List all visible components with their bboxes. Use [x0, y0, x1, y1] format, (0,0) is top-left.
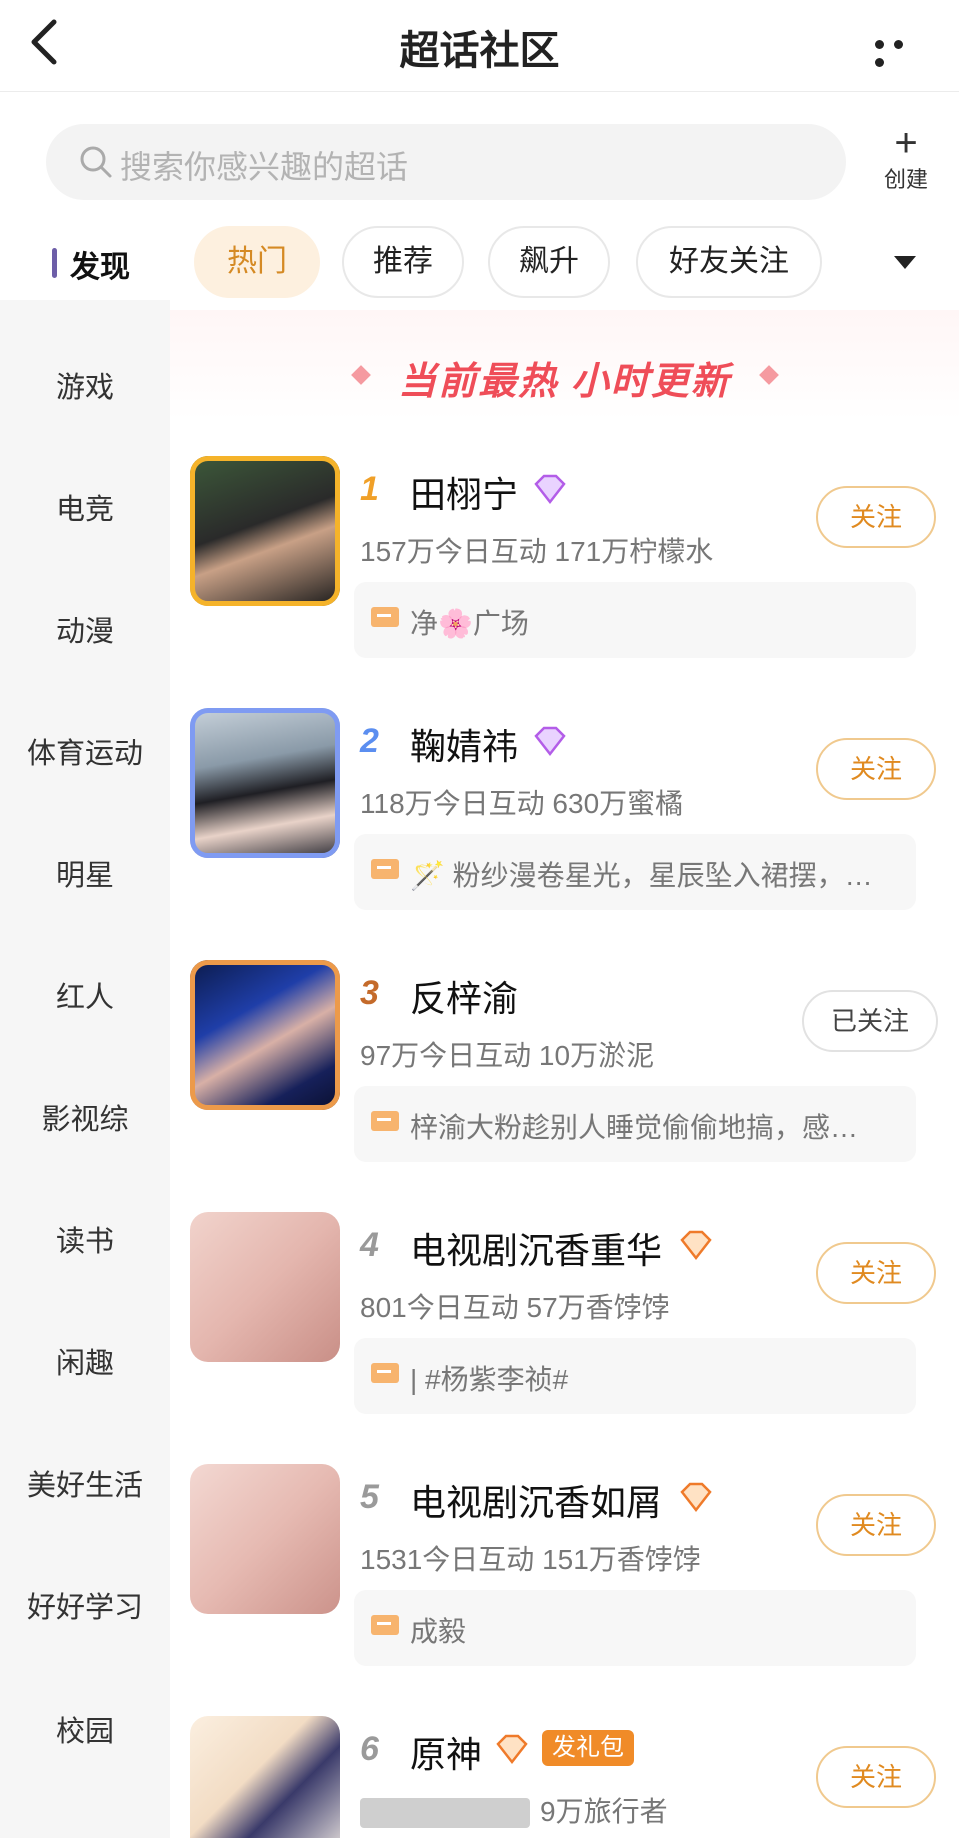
post-text: 🪄 粉纱漫卷星光，星辰坠入裙摆，… — [410, 860, 873, 891]
topic-stats: 118万今日互动 630万蜜橘 — [360, 788, 684, 819]
top-bar: 超话社区 — [0, 0, 959, 92]
avatar-frame — [190, 960, 340, 1110]
list-item[interactable]: 2 鞠婧祎 118万今日互动 630万蜜橘 🪄 粉纱漫卷星光，星辰坠入裙摆，… … — [170, 708, 959, 960]
post-text: 成毅 — [410, 1616, 467, 1647]
blurred-stats — [360, 1798, 530, 1828]
follow-button[interactable]: 关注 — [816, 738, 936, 800]
topic-post[interactable]: 成毅 — [354, 1590, 916, 1666]
list-item[interactable]: 1 田栩宁 157万今日互动 171万柠檬水 净🌸广场 关注 — [170, 456, 959, 708]
post-text: | #杨紫李祯# — [410, 1364, 569, 1395]
rank-number: 4 — [360, 1226, 379, 1264]
topic-post[interactable]: | #杨紫李祯# — [354, 1338, 916, 1414]
search-icon — [80, 146, 112, 178]
sidebar-item-anime[interactable]: 动漫 — [0, 608, 170, 650]
tab-friends-following[interactable]: 好友关注 — [636, 226, 822, 298]
comment-icon — [371, 1615, 399, 1635]
topic-stats: 801今日互动 57万香饽饽 — [360, 1292, 670, 1323]
orange-diamond-icon — [496, 1734, 528, 1765]
following-button[interactable]: 已关注 — [802, 990, 938, 1052]
topic-name: 鞠婧祎 — [410, 726, 519, 767]
rank-number: 1 — [360, 470, 379, 508]
sidebar-item-leisure[interactable]: 闲趣 — [0, 1340, 170, 1382]
topic-name: 反梓渝 — [410, 978, 519, 1019]
sidebar-item-study[interactable]: 好好学习 — [0, 1584, 170, 1626]
follow-button[interactable]: 关注 — [816, 486, 936, 548]
topic-name: 电视剧沉香如屑 — [410, 1482, 663, 1523]
sidebar-item-reading[interactable]: 读书 — [0, 1218, 170, 1260]
search-placeholder: 搜索你感兴趣的超话 — [120, 149, 409, 185]
topic-stats: 97万今日互动 10万淤泥 — [360, 1040, 655, 1071]
post-text: 梓渝大粉趁别人睡觉偷偷地搞，感… — [410, 1112, 859, 1143]
tab-rising[interactable]: 飙升 — [488, 226, 610, 298]
comment-icon — [371, 1363, 399, 1383]
orange-diamond-icon — [680, 1482, 712, 1513]
follow-button[interactable]: 关注 — [816, 1494, 936, 1556]
avatar-frame — [190, 456, 340, 606]
follow-button[interactable]: 关注 — [816, 1242, 936, 1304]
topic-post[interactable]: 净🌸广场 — [354, 582, 916, 658]
list-item[interactable]: 4 电视剧沉香重华 801今日互动 57万香饽饽 | #杨紫李祯# 关注 — [170, 1212, 959, 1464]
comment-icon — [371, 1111, 399, 1131]
sidebar-item-games[interactable]: 游戏 — [0, 364, 170, 406]
dropdown-arrow-icon[interactable] — [894, 256, 916, 269]
banner-text: 当前最热 小时更新 — [398, 361, 731, 403]
sidebar-item-sports[interactable]: 体育运动 — [0, 730, 170, 772]
plus-icon: + — [894, 121, 918, 165]
list-item[interactable]: 3 反梓渝 97万今日互动 10万淤泥 梓渝大粉趁别人睡觉偷偷地搞，感… 已关注 — [170, 960, 959, 1212]
follow-button[interactable]: 关注 — [816, 1746, 936, 1808]
topic-post[interactable]: 梓渝大粉趁别人睡觉偷偷地搞，感… — [354, 1086, 916, 1162]
page-title: 超话社区 — [399, 29, 560, 73]
list-item[interactable]: 6 原神 发礼包 9万旅行者 关注 — [170, 1716, 959, 1838]
create-button[interactable]: + 创建 — [876, 121, 936, 196]
tab-recommended[interactable]: 推荐 — [342, 226, 464, 298]
sidebar-item-label: 发现 — [70, 251, 130, 284]
topic-stats: 9万旅行者 — [540, 1796, 668, 1827]
list-item[interactable]: 5 电视剧沉香如屑 1531今日互动 151万香饽饽 成毅 关注 — [170, 1464, 959, 1716]
topic-name: 原神 — [410, 1734, 483, 1775]
topic-stats: 1531今日互动 151万香饽饽 — [360, 1544, 701, 1575]
tab-hot[interactable]: 热门 — [194, 226, 320, 298]
topic-stats: 157万今日互动 171万柠檬水 — [360, 536, 714, 567]
sidebar-item-campus[interactable]: 校园 — [0, 1708, 170, 1750]
gift-pack-badge[interactable]: 发礼包 — [542, 1730, 634, 1766]
search-bar[interactable]: 搜索你感兴趣的超话 — [46, 124, 846, 200]
post-text: 净🌸广场 — [410, 608, 529, 639]
rank-number: 3 — [360, 974, 379, 1012]
avatar — [190, 1716, 340, 1838]
rank-number: 6 — [360, 1730, 379, 1768]
sidebar-item-film-tv[interactable]: 影视综 — [0, 1096, 170, 1138]
sidebar-item-life[interactable]: 美好生活 — [0, 1462, 170, 1504]
comment-icon — [371, 859, 399, 879]
comment-icon — [371, 607, 399, 627]
rank-number: 2 — [360, 722, 379, 760]
more-options-icon[interactable] — [875, 36, 929, 67]
sidebar-item-influencers[interactable]: 红人 — [0, 974, 170, 1016]
avatar — [190, 1212, 340, 1362]
ranking-banner: 当前最热 小时更新 — [170, 310, 959, 420]
rank-number: 5 — [360, 1478, 379, 1516]
create-label: 创建 — [883, 167, 928, 192]
avatar-frame — [190, 708, 340, 858]
orange-diamond-icon — [680, 1230, 712, 1261]
topic-name: 田栩宁 — [410, 474, 519, 515]
topic-name: 电视剧沉香重华 — [410, 1230, 663, 1271]
avatar — [190, 1464, 340, 1614]
purple-diamond-icon — [534, 726, 566, 757]
sidebar-item-esports[interactable]: 电竞 — [0, 486, 170, 528]
active-indicator — [52, 248, 57, 278]
topic-post[interactable]: 🪄 粉纱漫卷星光，星辰坠入裙摆，… — [354, 834, 916, 910]
sidebar-item-stars[interactable]: 明星 — [0, 852, 170, 894]
purple-diamond-icon — [534, 474, 566, 505]
